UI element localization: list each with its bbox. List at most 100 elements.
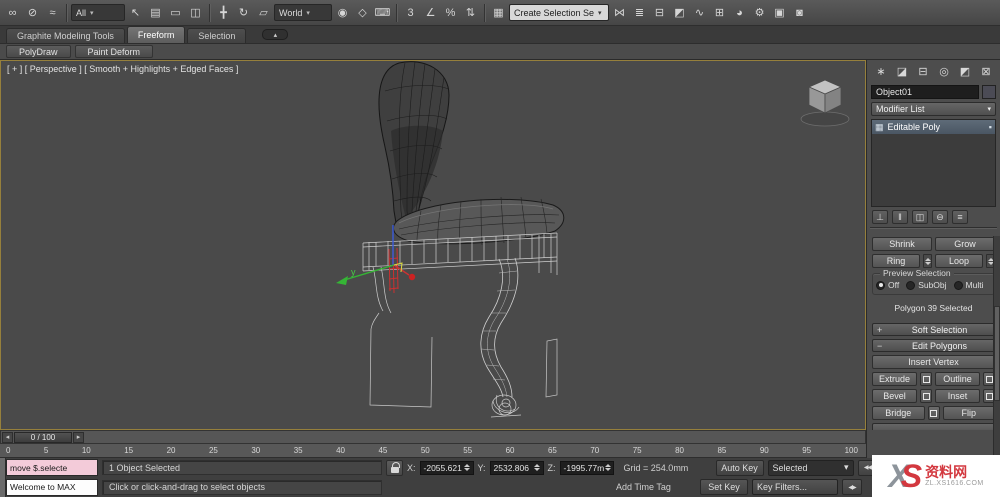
playback-buttons[interactable]: ◀▶ bbox=[842, 479, 862, 495]
select-and-rotate-icon[interactable]: ↻ bbox=[234, 3, 253, 22]
scrollbar-thumb[interactable] bbox=[994, 306, 1000, 401]
bridge-settings-button[interactable] bbox=[927, 406, 940, 420]
bevel-settings-button[interactable] bbox=[920, 389, 932, 403]
named-selection-sets-dropdown[interactable]: Create Selection Se ▾ bbox=[509, 4, 609, 21]
object-color-swatch[interactable] bbox=[982, 85, 996, 99]
show-end-result-icon[interactable]: ‖ bbox=[892, 210, 908, 224]
ribbon-minimize-button[interactable]: ▴ bbox=[262, 29, 289, 40]
configure-modifier-sets-icon[interactable]: ≡ bbox=[952, 210, 968, 224]
curve-editor-icon[interactable]: ∿ bbox=[690, 3, 709, 22]
use-pivot-point-center-icon[interactable]: ◉ bbox=[333, 3, 352, 22]
angle-snap-icon[interactable]: ∠ bbox=[421, 3, 440, 22]
y-spinner[interactable] bbox=[533, 462, 542, 474]
x-coord-field[interactable]: -2055.621 bbox=[419, 460, 474, 475]
polydraw-panel-button[interactable]: PolyDraw bbox=[6, 45, 71, 58]
ring-spinner[interactable] bbox=[923, 254, 932, 268]
remove-modifier-icon[interactable]: ⊖ bbox=[932, 210, 948, 224]
rectangular-selection-region-icon[interactable]: ▭ bbox=[166, 3, 185, 22]
modify-tab-icon[interactable]: ◪ bbox=[893, 63, 911, 80]
stack-item-editable-poly[interactable]: ▦ Editable Poly ▪ bbox=[872, 120, 995, 134]
material-editor-icon[interactable]: ◕ bbox=[730, 3, 749, 22]
preview-subobj-radio[interactable]: SubObj bbox=[906, 280, 947, 290]
snaps-toggle-3-icon[interactable]: 3 bbox=[401, 3, 420, 22]
utilities-tab-icon[interactable]: ⊠ bbox=[977, 63, 995, 80]
previous-frame-button[interactable]: ◂ bbox=[2, 431, 13, 443]
panel-scrollbar[interactable] bbox=[993, 236, 1000, 458]
keyboard-shortcut-override-icon[interactable]: ⌨ bbox=[373, 3, 392, 22]
extrude-button[interactable]: Extrude bbox=[872, 372, 917, 386]
time-slider-handle[interactable]: 0 / 100 bbox=[14, 431, 72, 443]
soft-selection-rollout-header[interactable]: + Soft Selection bbox=[872, 323, 995, 336]
graphite-toggle-icon[interactable]: ◩ bbox=[670, 3, 689, 22]
key-filters-button[interactable]: Key Filters... bbox=[752, 479, 838, 495]
expand-icon: + bbox=[877, 324, 883, 335]
render-setup-icon[interactable]: ⚙ bbox=[750, 3, 769, 22]
perspective-viewport[interactable]: [ + ] [ Perspective ] [ Smooth + Highlig… bbox=[0, 60, 866, 430]
edit-named-selection-sets-icon[interactable]: ▦ bbox=[489, 3, 508, 22]
render-production-icon[interactable]: ◙ bbox=[790, 3, 809, 22]
bevel-button[interactable]: Bevel bbox=[872, 389, 917, 403]
selection-lock-toggle[interactable] bbox=[386, 459, 403, 476]
layer-manager-icon[interactable]: ⊟ bbox=[650, 3, 669, 22]
selected-keyset-dropdown[interactable]: Selected ▾ bbox=[767, 459, 854, 476]
select-object-icon[interactable]: ↖ bbox=[126, 3, 145, 22]
next-frame-button[interactable]: ▸ bbox=[73, 431, 84, 443]
display-tab-icon[interactable]: ◩ bbox=[956, 63, 974, 80]
shrink-button[interactable]: Shrink bbox=[872, 237, 932, 251]
bridge-button[interactable]: Bridge bbox=[872, 406, 925, 420]
grow-button[interactable]: Grow bbox=[935, 237, 995, 251]
object-name-field[interactable]: Object01 bbox=[871, 85, 979, 99]
rendered-frame-window-icon[interactable]: ▣ bbox=[770, 3, 789, 22]
tab-selection[interactable]: Selection bbox=[187, 28, 247, 43]
flip-button[interactable]: Flip bbox=[942, 406, 995, 420]
maxscript-listener-line1[interactable]: move $.selecte bbox=[6, 459, 98, 476]
track-bar[interactable]: 0 5 10 15 20 25 30 35 40 45 50 55 60 65 70 75 80 85 90 95 10… bbox=[0, 444, 866, 458]
x-spinner[interactable] bbox=[463, 462, 472, 474]
pin-stack-icon[interactable]: ⊥ bbox=[872, 210, 888, 224]
motion-tab-icon[interactable]: ◎ bbox=[935, 63, 953, 80]
reference-coordinate-system-dropdown[interactable]: World ▾ bbox=[274, 4, 332, 21]
window-crossing-icon[interactable]: ◫ bbox=[186, 3, 205, 22]
select-and-link-icon[interactable]: ∞ bbox=[3, 3, 22, 22]
add-time-tag[interactable]: Add Time Tag bbox=[616, 482, 696, 492]
inset-button[interactable]: Inset bbox=[935, 389, 980, 403]
toolbar-separator bbox=[209, 3, 210, 22]
select-and-manipulate-icon[interactable]: ◇ bbox=[353, 3, 372, 22]
z-coord-field[interactable]: -1995.77m bbox=[559, 460, 614, 475]
make-unique-icon[interactable]: ◫ bbox=[912, 210, 928, 224]
select-by-name-icon[interactable]: ▤ bbox=[146, 3, 165, 22]
selection-filter-dropdown[interactable]: All ▾ bbox=[71, 4, 125, 21]
select-and-scale-icon[interactable]: ▱ bbox=[254, 3, 273, 22]
edit-polygons-rollout-header[interactable]: − Edit Polygons bbox=[872, 339, 995, 352]
bind-to-space-warp-icon[interactable]: ≈ bbox=[43, 3, 62, 22]
preview-multi-radio[interactable]: Multi bbox=[953, 280, 984, 290]
insert-vertex-button[interactable]: Insert Vertex bbox=[872, 355, 995, 369]
outline-button[interactable]: Outline bbox=[935, 372, 980, 386]
auto-key-button[interactable]: Auto Key bbox=[715, 459, 764, 476]
schematic-view-icon[interactable]: ⊞ bbox=[710, 3, 729, 22]
preview-off-radio[interactable]: Off bbox=[876, 280, 899, 290]
viewcube[interactable] bbox=[800, 79, 850, 127]
mirror-icon[interactable]: ⋈ bbox=[610, 3, 629, 22]
ring-button[interactable]: Ring bbox=[872, 254, 920, 268]
z-spinner[interactable] bbox=[604, 462, 611, 474]
modifier-stack[interactable]: ▦ Editable Poly ▪ bbox=[871, 119, 996, 207]
select-and-move-icon[interactable]: ╋ bbox=[214, 3, 233, 22]
create-tab-icon[interactable]: ∗ bbox=[872, 63, 890, 80]
y-coord-field[interactable]: 2532.806 bbox=[489, 460, 544, 475]
modifier-list-dropdown[interactable]: Modifier List ▾ bbox=[871, 102, 996, 116]
spinner-snap-icon[interactable]: ⇅ bbox=[461, 3, 480, 22]
percent-snap-icon[interactable]: % bbox=[441, 3, 460, 22]
align-icon[interactable]: ≣ bbox=[630, 3, 649, 22]
unlink-selection-icon[interactable]: ⊘ bbox=[23, 3, 42, 22]
tab-graphite-modeling-tools[interactable]: Graphite Modeling Tools bbox=[6, 28, 125, 43]
loop-button[interactable]: Loop bbox=[935, 254, 983, 268]
tab-freeform[interactable]: Freeform bbox=[126, 26, 186, 43]
set-key-button[interactable]: Set Key bbox=[700, 479, 748, 495]
hierarchy-tab-icon[interactable]: ⊟ bbox=[914, 63, 932, 80]
paint-deform-panel-button[interactable]: Paint Deform bbox=[74, 45, 154, 58]
extrude-settings-button[interactable] bbox=[920, 372, 932, 386]
viewport-label[interactable]: [ + ] [ Perspective ] [ Smooth + Highlig… bbox=[7, 64, 238, 74]
time-slider[interactable]: ◂ 0 / 100 ▸ bbox=[0, 430, 866, 444]
maxscript-listener-line2[interactable]: Welcome to MAX bbox=[6, 478, 98, 496]
